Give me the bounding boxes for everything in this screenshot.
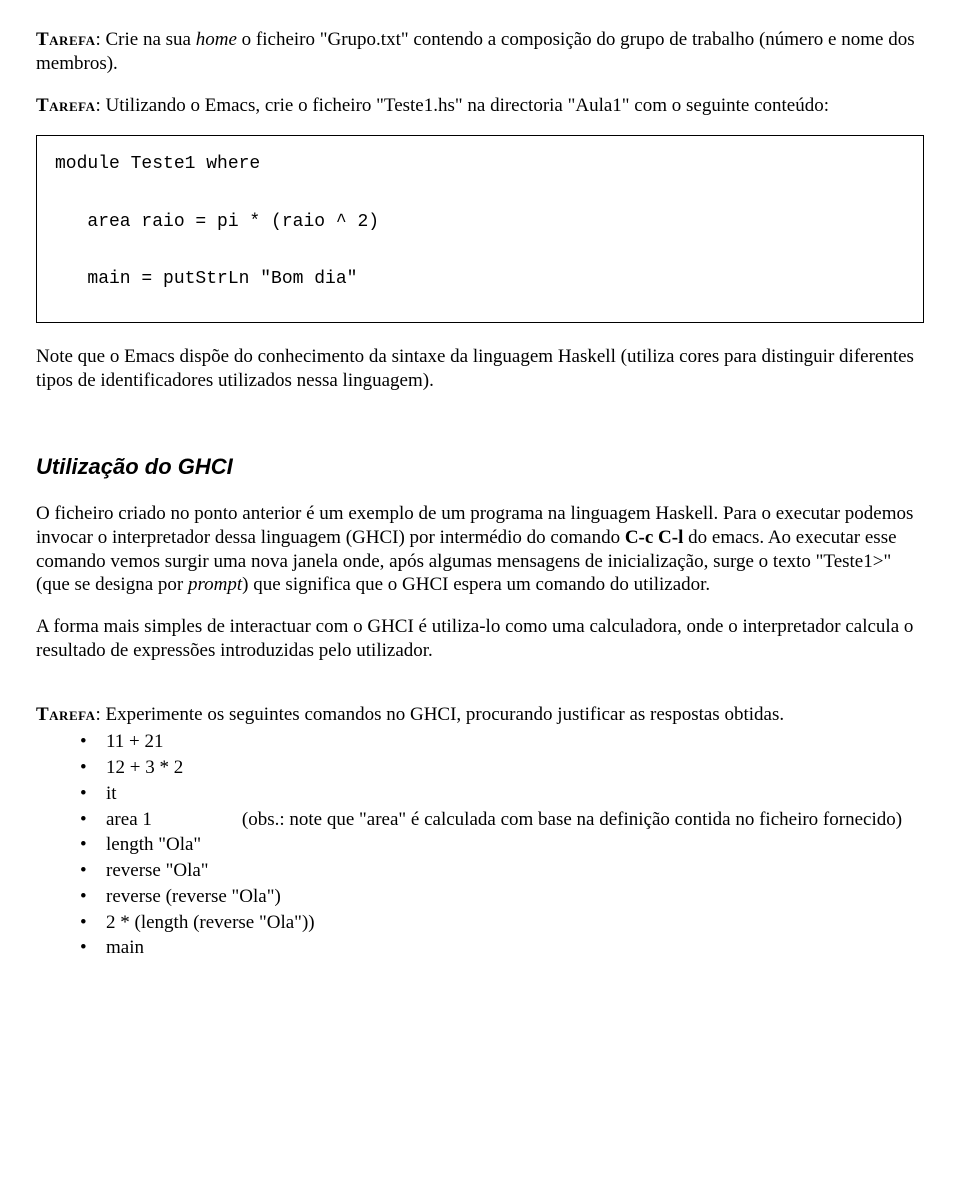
list-item-text: area 1	[106, 809, 152, 830]
list-item: length "Ola"	[80, 833, 924, 857]
task-2: Tarefa: Utilizando o Emacs, crie o fiche…	[36, 94, 924, 118]
ghci-paragraph-2: A forma mais simples de interactuar com …	[36, 615, 924, 663]
task-text: : Experimente os seguintes comandos no G…	[95, 704, 784, 725]
list-item: 11 + 21	[80, 730, 924, 754]
section-heading: Utilização do GHCI	[36, 453, 924, 481]
list-item: it	[80, 782, 924, 806]
task-3: Tarefa: Experimente os seguintes comando…	[36, 703, 924, 727]
list-item: 2 * (length (reverse "Ola"))	[80, 911, 924, 935]
ghci-paragraph-1: O ficheiro criado no ponto anterior é um…	[36, 502, 924, 597]
task-label: Tarefa	[36, 29, 95, 50]
list-item: area 1 (obs.: note que "area" é calculada…	[80, 808, 924, 832]
body-text: ) que significa que o GHCI espera um com…	[242, 574, 710, 595]
list-item: reverse (reverse "Ola")	[80, 885, 924, 909]
code-line: module Teste1 where	[55, 154, 260, 174]
list-item: 12 + 3 * 2	[80, 756, 924, 780]
prompt-word: prompt	[188, 574, 242, 595]
list-item: main	[80, 936, 924, 960]
code-line: main = putStrLn "Bom dia"	[55, 269, 357, 289]
task-text: : Crie na sua	[95, 29, 195, 50]
list-item-note: (obs.: note que "area" é calculada com b…	[242, 809, 902, 830]
kbd-cc-cl: C-c C-l	[625, 527, 684, 548]
home-word: home	[196, 29, 237, 50]
task-label: Tarefa	[36, 704, 95, 725]
code-block: module Teste1 where area raio = pi * (ra…	[36, 135, 924, 323]
command-list: 11 + 21 12 + 3 * 2 it area 1 (obs.: note …	[36, 730, 924, 960]
task-1: Tarefa: Crie na sua home o ficheiro "Gru…	[36, 28, 924, 76]
list-item: reverse "Ola"	[80, 859, 924, 883]
task-text: : Utilizando o Emacs, crie o ficheiro "T…	[95, 95, 829, 116]
code-line: area raio = pi * (raio ^ 2)	[55, 212, 379, 232]
note-paragraph: Note que o Emacs dispõe do conhecimento …	[36, 345, 924, 393]
task-label: Tarefa	[36, 95, 95, 116]
